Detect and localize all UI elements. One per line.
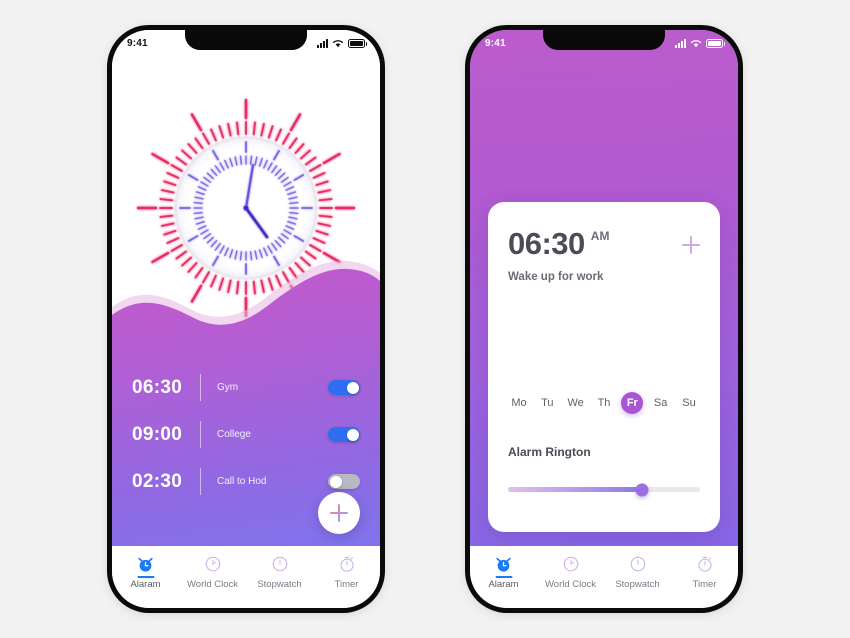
world-clock-icon <box>204 554 222 574</box>
nav-label: Alaram <box>130 579 161 590</box>
nav-item-stopwatch[interactable]: Stopwatch <box>246 554 313 590</box>
day-option-we[interactable]: We <box>565 392 587 414</box>
timer-icon <box>696 554 714 574</box>
phone-screen-left: 06:30 Gym 09:00 College 02:30 Call to Ho… <box>112 30 380 608</box>
alarm-time-display: 06:30 AM <box>508 228 609 259</box>
nav-label: Stopwatch <box>257 579 302 590</box>
active-indicator <box>495 576 512 578</box>
slider-fill <box>508 487 643 492</box>
add-alarm-fab[interactable] <box>318 492 360 534</box>
signal-bars-icon <box>675 38 686 48</box>
volume-slider[interactable] <box>508 483 700 496</box>
bottom-navigation-right: Alaram World Clock Stopwatch Timer <box>470 546 738 608</box>
nav-item-timer[interactable]: Timer <box>671 554 738 590</box>
phone-mockup-left: 06:30 Gym 09:00 College 02:30 Call to Ho… <box>107 25 385 613</box>
divider <box>200 374 201 401</box>
alarm-detail-card: 06:30 AM Wake up for work Mo Tu We Th Fr… <box>488 202 720 532</box>
nav-item-stopwatch[interactable]: Stopwatch <box>604 554 671 590</box>
nav-item-world-clock[interactable]: World Clock <box>179 554 246 590</box>
nav-label: Timer <box>334 579 359 590</box>
nav-item-alarm[interactable]: Alaram <box>112 554 179 590</box>
plus-icon <box>330 504 348 522</box>
alarm-clock-icon <box>136 554 155 578</box>
card-header: 06:30 AM <box>508 228 700 259</box>
add-icon[interactable] <box>682 236 700 254</box>
nav-item-world-clock[interactable]: World Clock <box>537 554 604 590</box>
timer-icon <box>338 554 356 574</box>
alarm-subtitle: Wake up for work <box>508 271 604 283</box>
nav-item-alarm[interactable]: Alaram <box>470 554 537 590</box>
alarm-time: 09:00 <box>132 423 183 445</box>
alarm-clock-icon <box>494 554 513 578</box>
signal-bars-icon <box>317 38 328 48</box>
toggle-knob <box>346 428 359 441</box>
alarm-time-value: 06:30 <box>508 226 585 261</box>
alarm-toggle[interactable] <box>328 427 360 442</box>
battery-icon <box>706 38 725 48</box>
alarm-label: Call to Hod <box>217 476 267 487</box>
phone-notch <box>185 25 307 50</box>
day-selector: Mo Tu We Th Fr Sa Su <box>508 392 700 414</box>
active-indicator <box>137 576 154 578</box>
alarm-toggle[interactable] <box>328 380 360 395</box>
battery-icon <box>348 38 367 48</box>
alarm-toggle[interactable] <box>328 474 360 489</box>
nav-label: Timer <box>692 579 717 590</box>
alarm-meridiem: AM <box>590 229 610 243</box>
nav-label: Alaram <box>488 579 519 590</box>
phone-notch <box>543 25 665 50</box>
nav-label: World Clock <box>186 579 239 590</box>
world-clock-icon <box>562 554 580 574</box>
status-icons <box>317 38 367 48</box>
day-option-mo[interactable]: Mo <box>508 392 530 414</box>
divider <box>200 421 201 448</box>
nav-label: World Clock <box>544 579 597 590</box>
alarm-row[interactable]: 06:30 Gym <box>112 370 380 405</box>
day-option-fr[interactable]: Fr <box>621 392 644 414</box>
ringtone-label: Alarm Rington <box>508 445 591 459</box>
alarm-time: 06:30 <box>132 376 183 398</box>
wifi-icon <box>332 40 344 48</box>
nav-label: Stopwatch <box>615 579 660 590</box>
phone-screen-right: 06:30 AM Wake up for work Mo Tu We Th Fr… <box>470 30 738 608</box>
stopwatch-icon <box>629 554 647 574</box>
day-option-sa[interactable]: Sa <box>650 392 672 414</box>
alarm-list: 06:30 Gym 09:00 College 02:30 Call to Ho… <box>112 370 380 511</box>
status-time: 9:41 <box>127 37 148 49</box>
stopwatch-icon <box>271 554 289 574</box>
screenshot-stage: 06:30 Gym 09:00 College 02:30 Call to Ho… <box>0 0 850 638</box>
alarm-label: Gym <box>217 382 239 393</box>
day-option-su[interactable]: Su <box>678 392 700 414</box>
alarm-row[interactable]: 09:00 College <box>112 417 380 452</box>
status-icons <box>675 38 725 48</box>
status-time: 9:41 <box>485 37 506 49</box>
alarm-label: College <box>217 429 251 440</box>
toggle-knob <box>346 381 359 394</box>
divider <box>200 468 201 495</box>
toggle-knob <box>329 475 342 488</box>
day-option-th[interactable]: Th <box>593 392 615 414</box>
bottom-navigation-left: Alaram World Clock Stopwatch Timer <box>112 546 380 608</box>
day-option-tu[interactable]: Tu <box>536 392 558 414</box>
alarm-time: 02:30 <box>132 470 183 492</box>
nav-item-timer[interactable]: Timer <box>313 554 380 590</box>
slider-knob[interactable] <box>635 483 649 496</box>
wifi-icon <box>690 40 702 48</box>
phone-mockup-right: 06:30 AM Wake up for work Mo Tu We Th Fr… <box>465 25 743 613</box>
